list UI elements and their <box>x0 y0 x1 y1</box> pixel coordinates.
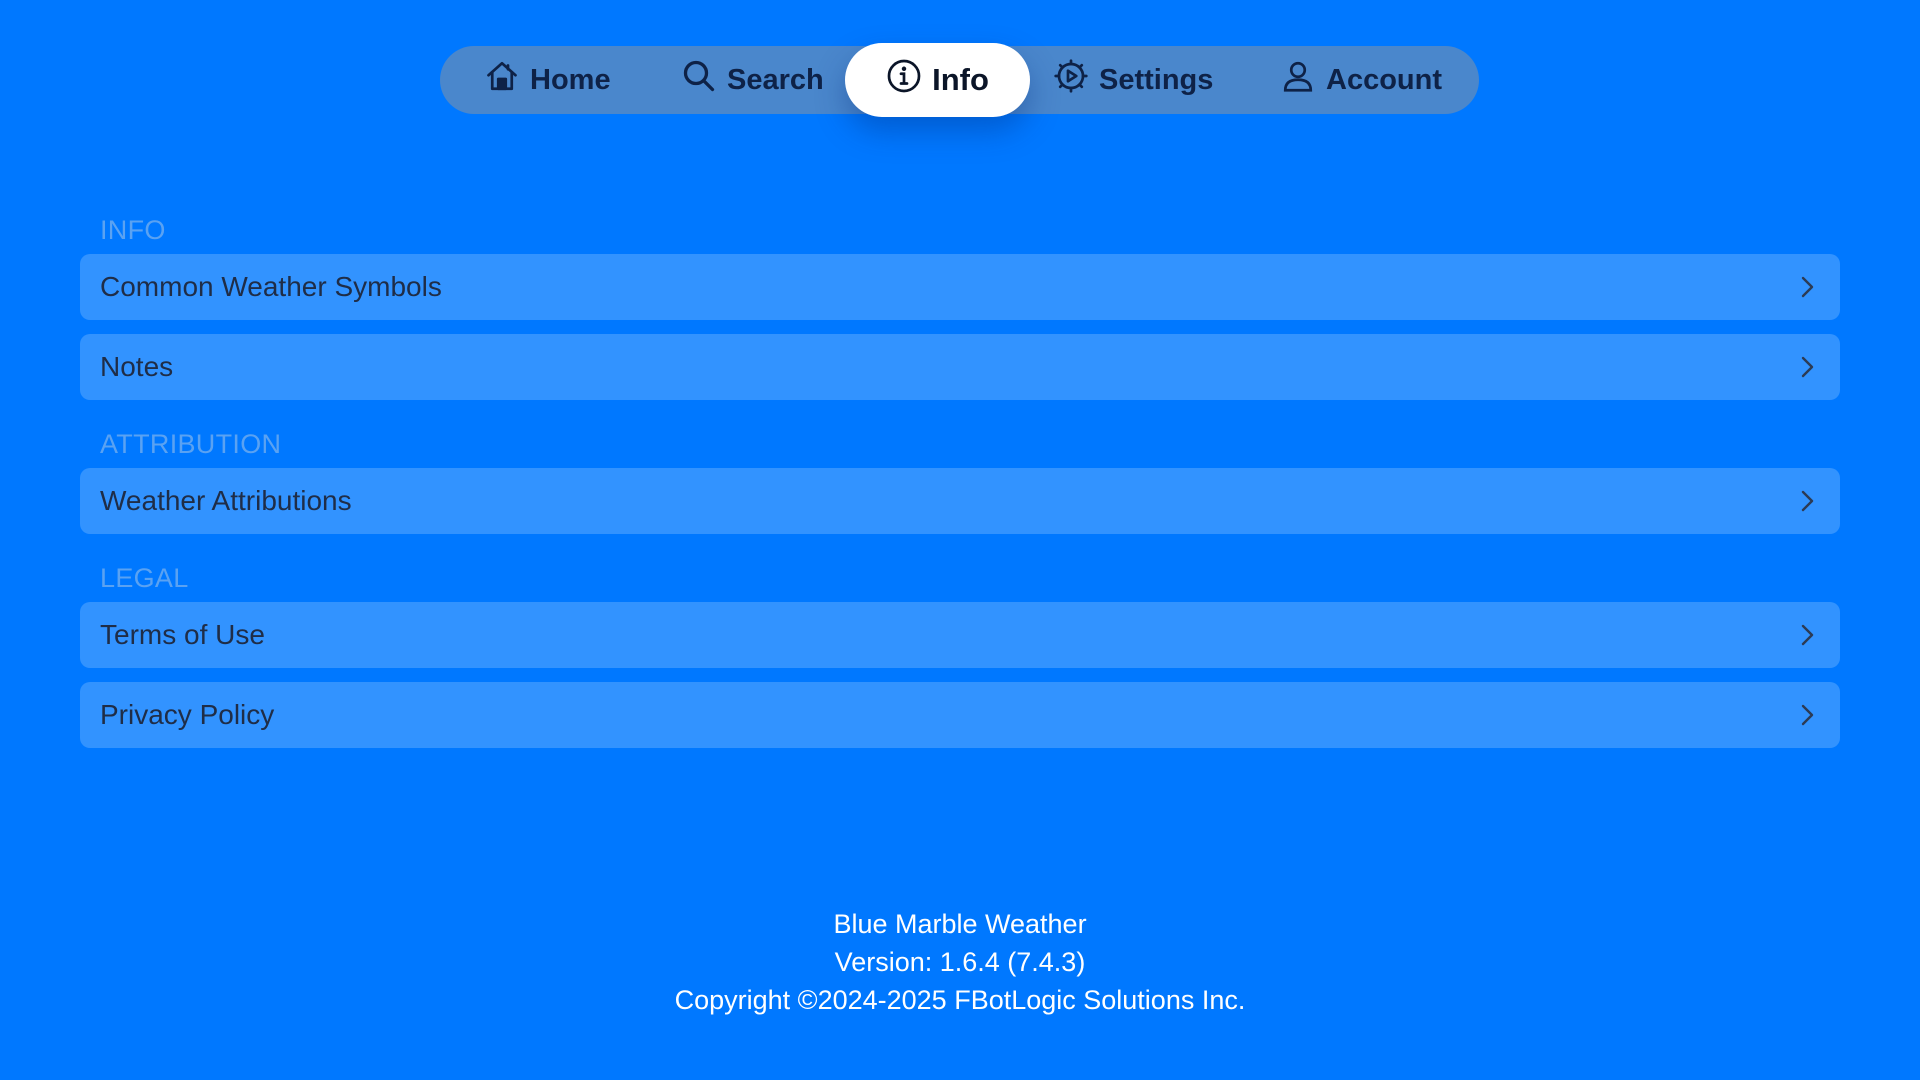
chevron-right-icon <box>1801 276 1814 298</box>
tab-account[interactable]: Account <box>1280 46 1442 114</box>
list-item-label: Common Weather Symbols <box>100 271 442 302</box>
list-item-label: Weather Attributions <box>100 485 352 516</box>
list-item-label: Terms of Use <box>100 619 265 650</box>
list-item-label: Notes <box>100 351 174 382</box>
list-item-weather-attributions[interactable]: Weather Attributions <box>80 468 1840 534</box>
tab-search[interactable]: Search <box>681 46 824 114</box>
tab-search-label: Search <box>727 63 824 96</box>
list-item-notes[interactable]: Notes <box>80 334 1840 400</box>
list-item-common-weather-symbols[interactable]: Common Weather Symbols <box>80 254 1840 320</box>
chevron-right-icon <box>1801 624 1814 646</box>
tab-account-label: Account <box>1326 63 1442 96</box>
chevron-right-icon <box>1801 704 1814 726</box>
info-circle-icon <box>886 58 922 102</box>
tab-home-label: Home <box>530 63 611 96</box>
list-item-label: Privacy Policy <box>100 699 275 730</box>
list-item-terms-of-use[interactable]: Terms of Use <box>80 602 1840 668</box>
tab-info[interactable]: Info <box>845 43 1030 117</box>
chevron-right-icon <box>1801 490 1814 512</box>
section-header-info: INFO <box>100 215 166 245</box>
tab-settings-label: Settings <box>1099 63 1214 96</box>
tab-info-label: Info <box>932 62 989 97</box>
section-header-legal: LEGAL <box>100 563 189 593</box>
gear-icon <box>1053 58 1089 102</box>
tab-settings[interactable]: Settings <box>1053 46 1213 114</box>
magnifier-icon <box>681 58 717 102</box>
list-item-privacy-policy[interactable]: Privacy Policy <box>80 682 1840 748</box>
house-icon <box>484 58 520 102</box>
footer-app-name: Blue Marble Weather <box>833 909 1087 939</box>
chevron-right-icon <box>1801 356 1814 378</box>
section-header-attribution: ATTRIBUTION <box>100 429 282 459</box>
tab-home[interactable]: Home <box>484 46 611 114</box>
footer-version: Version: 1.6.4 (7.4.3) <box>834 947 1086 977</box>
person-icon <box>1280 58 1316 102</box>
footer-copyright: Copyright ©2024-2025 FBotLogic Solutions… <box>674 985 1246 1015</box>
